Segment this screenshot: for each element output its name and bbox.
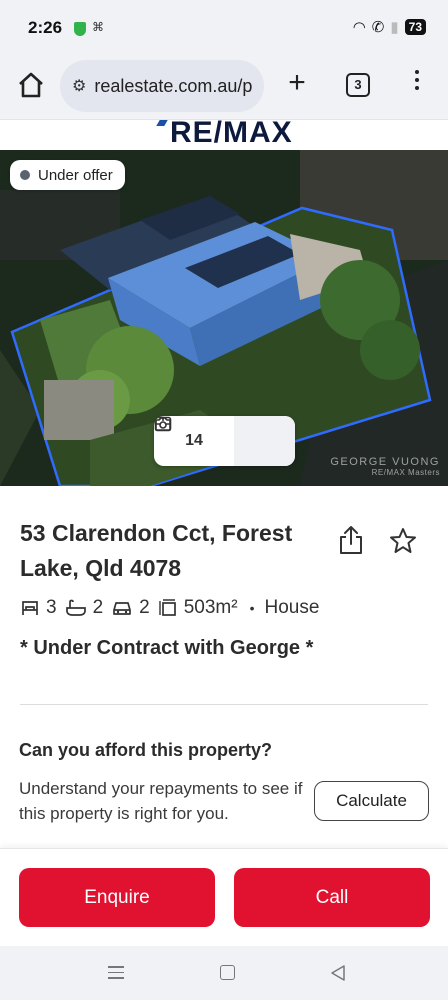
- section-divider: [20, 704, 428, 705]
- status-time: 2:26: [28, 18, 63, 37]
- affordability-title: Can you afford this property?: [19, 740, 273, 760]
- recent-apps-icon[interactable]: [108, 966, 124, 983]
- address-bar[interactable]: ⚙ realestate.com.au/p: [60, 60, 264, 112]
- share-icon[interactable]: [336, 524, 366, 556]
- bedrooms-count: 3: [46, 597, 57, 618]
- signal-icon: ▮: [390, 19, 399, 36]
- call-button[interactable]: Call: [234, 868, 430, 927]
- bathrooms-feature: 2: [65, 597, 104, 619]
- agency-logo: RE/MAX: [170, 120, 293, 149]
- car-spaces-count: 2: [139, 597, 150, 618]
- save-star-icon[interactable]: [388, 526, 418, 556]
- call-icon: ✆: [371, 19, 385, 36]
- car-icon: [113, 602, 132, 615]
- bedrooms-feature: 3: [20, 597, 57, 619]
- agency-brand-strip: RE/MAX: [0, 120, 448, 150]
- status-dot-icon: [20, 170, 30, 180]
- feature-separator: •: [249, 600, 255, 616]
- url-text: realestate.com.au/p: [94, 75, 253, 96]
- bed-icon: [22, 601, 38, 615]
- land-size-icon: [159, 599, 176, 616]
- status-bar: 2:26 ⌘ ◠ ✆ ▮ 73: [0, 0, 448, 56]
- bath-icon: [65, 599, 86, 616]
- floorplan-button[interactable]: [154, 416, 295, 466]
- browser-toolbar: ⚙ realestate.com.au/p + 3: [0, 56, 448, 120]
- land-size-feature: 503m²: [158, 597, 238, 619]
- watermark-agency: RE/MAX Masters: [371, 468, 440, 477]
- australia-icon: ⌘: [92, 20, 104, 34]
- system-nav-bar: [0, 946, 448, 1000]
- wifi-icon: ◠: [352, 19, 366, 36]
- battery-icon: 73: [404, 19, 426, 35]
- car-spaces-feature: 2: [111, 597, 150, 619]
- site-settings-icon[interactable]: ⚙: [72, 76, 86, 96]
- property-features: 3 2 2 503m² • House: [20, 597, 319, 619]
- affordability-description: Understand your repayments to see if thi…: [19, 779, 303, 823]
- brand-logo-mark: [156, 120, 168, 126]
- home-nav-icon[interactable]: [220, 965, 235, 980]
- watermark-agent: GEORGE VUONG: [330, 456, 440, 468]
- property-type: House: [264, 597, 320, 618]
- contact-action-bar: Enquire Call: [0, 848, 448, 946]
- new-tab-icon[interactable]: +: [282, 66, 312, 100]
- photo-count: 14: [185, 432, 203, 449]
- listing-headline: * Under Contract with George *: [20, 637, 314, 659]
- status-badge-label: Under offer: [38, 166, 113, 184]
- tab-switcher-button[interactable]: 3: [346, 73, 370, 97]
- home-icon[interactable]: [16, 70, 46, 100]
- media-controls: 14: [154, 416, 295, 466]
- photo-watermark: GEORGE VUONG RE/MAX Masters: [330, 456, 440, 477]
- bathrooms-count: 2: [92, 597, 104, 618]
- floorplan-icon: [154, 416, 172, 432]
- property-address: 53 Clarendon Cct, Forest Lake, Qld 4078: [20, 520, 293, 581]
- hero-photo[interactable]: Under offer GEORGE VUONG RE/MAX Masters …: [0, 150, 448, 486]
- back-nav-icon[interactable]: [330, 964, 346, 982]
- calculate-button[interactable]: Calculate: [314, 781, 429, 821]
- status-badge: Under offer: [10, 160, 125, 190]
- enquire-button[interactable]: Enquire: [19, 868, 215, 927]
- security-shield-icon: [74, 22, 86, 36]
- status-icons: ◠ ✆ ▮ 73: [353, 18, 426, 36]
- browser-menu-icon[interactable]: [410, 70, 424, 90]
- land-size-value: 503m²: [183, 597, 238, 618]
